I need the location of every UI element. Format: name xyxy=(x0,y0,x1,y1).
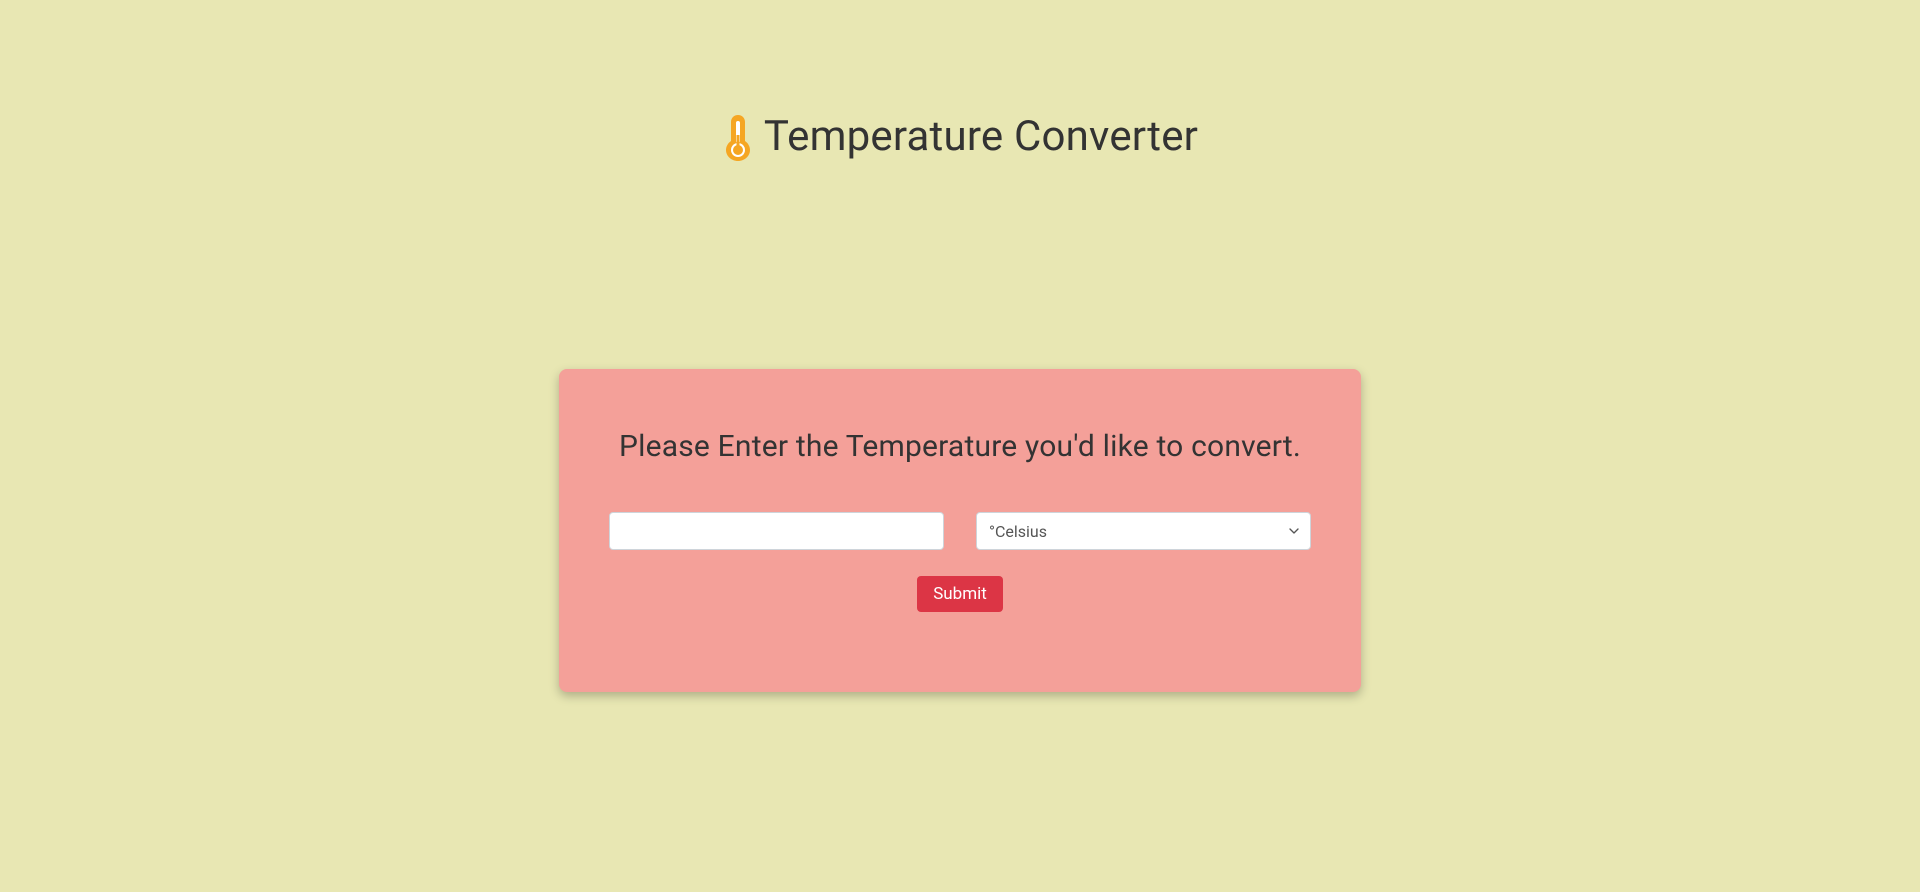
instruction-text: Please Enter the Temperature you'd like … xyxy=(609,429,1311,464)
converter-card: Please Enter the Temperature you'd like … xyxy=(559,369,1361,692)
submit-row: Submit xyxy=(609,576,1311,612)
temperature-input[interactable] xyxy=(609,512,944,550)
thermometer-icon xyxy=(722,113,754,161)
page-title: Temperature Converter xyxy=(764,112,1198,161)
submit-button[interactable]: Submit xyxy=(917,576,1003,612)
form-row: °Celsius xyxy=(609,512,1311,550)
unit-select[interactable]: °Celsius xyxy=(976,512,1311,550)
page-header: Temperature Converter xyxy=(0,0,1920,161)
